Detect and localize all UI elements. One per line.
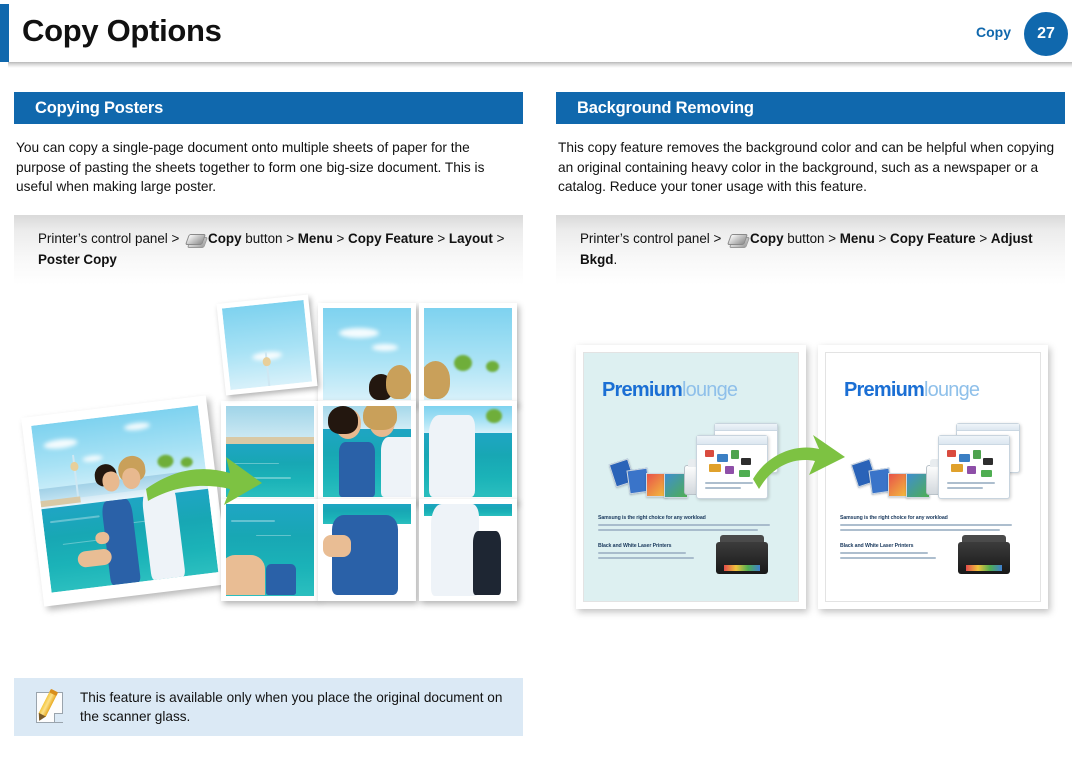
path-segment-button: button > bbox=[787, 230, 837, 246]
poster-tile bbox=[419, 400, 517, 503]
chapter-label: Copy bbox=[976, 24, 1011, 40]
note-pencil-icon bbox=[36, 689, 66, 724]
path-period: . bbox=[613, 251, 618, 267]
poster-tile bbox=[419, 302, 517, 405]
brochure-subheadline: Black and White Laser Printers bbox=[598, 542, 672, 549]
poster-tile bbox=[419, 498, 517, 601]
path-segment-menu: Menu bbox=[297, 230, 333, 246]
copy-button-icon bbox=[727, 233, 751, 248]
section-header-copying-posters: Copying Posters bbox=[14, 92, 523, 124]
control-panel-path-poster: Printer’s control panel > Copy button > … bbox=[14, 214, 523, 285]
header-accent-bar bbox=[0, 4, 9, 62]
path-prefix: Printer’s control panel > bbox=[580, 230, 722, 246]
path-segment-button: button > bbox=[245, 230, 295, 246]
page-header: Copy Options Copy 27 bbox=[0, 0, 1080, 68]
copy-button-icon bbox=[185, 233, 209, 248]
flow-arrow-icon bbox=[146, 456, 262, 505]
brochure-logo: Premiumlounge bbox=[844, 378, 980, 401]
poster-copy-illustration bbox=[14, 293, 523, 657]
poster-tile bbox=[318, 400, 416, 503]
path-chevron-1: > bbox=[878, 230, 887, 246]
poster-tile bbox=[318, 498, 416, 601]
right-column: Background Removing This copy feature re… bbox=[556, 92, 1065, 697]
note-box: This feature is available only when you … bbox=[14, 678, 523, 736]
header-divider bbox=[8, 62, 1072, 68]
section-body-background-removing: This copy feature removes the background… bbox=[558, 140, 1055, 194]
background-removing-illustration: Premiumlounge Samsung is the right choic… bbox=[556, 337, 1065, 697]
path-segment-poster-copy: Poster Copy bbox=[38, 251, 117, 267]
path-segment-layout: Layout bbox=[448, 230, 493, 246]
path-chevron-3: > bbox=[496, 230, 505, 246]
path-segment-copy: Copy bbox=[750, 230, 784, 246]
path-segment-copy: Copy bbox=[208, 230, 242, 246]
note-text: This feature is available only when you … bbox=[80, 689, 503, 725]
brochure-headline: Samsung is the right choice for any work… bbox=[598, 514, 706, 521]
control-panel-path-bkgd: Printer’s control panel > Copy button > … bbox=[556, 214, 1065, 285]
flow-arrow-icon bbox=[753, 434, 845, 489]
path-segment-copy-feature: Copy Feature bbox=[890, 230, 976, 246]
brochure-subheadline: Black and White Laser Printers bbox=[840, 542, 914, 549]
left-column: Copying Posters You can copy a single-pa… bbox=[14, 92, 523, 657]
brochure-after: Premiumlounge Samsung is the right choic… bbox=[818, 344, 1048, 609]
path-chevron-2: > bbox=[437, 230, 446, 246]
section-header-background-removing: Background Removing bbox=[556, 92, 1065, 124]
path-segment-menu: Menu bbox=[839, 230, 875, 246]
section-title-text: Copying Posters bbox=[35, 98, 164, 117]
path-chevron-2: > bbox=[979, 230, 988, 246]
path-chevron-1: > bbox=[336, 230, 345, 246]
poster-tile bbox=[216, 293, 318, 396]
path-prefix: Printer’s control panel > bbox=[38, 230, 180, 246]
poster-tile bbox=[318, 302, 416, 405]
page-number-badge: 27 bbox=[1024, 12, 1068, 56]
page-title: Copy Options bbox=[22, 13, 222, 48]
brochure-logo: Premiumlounge bbox=[602, 378, 738, 401]
path-segment-copy-feature: Copy Feature bbox=[348, 230, 434, 246]
section-body-copying-posters: You can copy a single-page document onto… bbox=[16, 140, 485, 194]
section-title-text: Background Removing bbox=[577, 98, 754, 117]
brochure-headline: Samsung is the right choice for any work… bbox=[840, 514, 948, 521]
